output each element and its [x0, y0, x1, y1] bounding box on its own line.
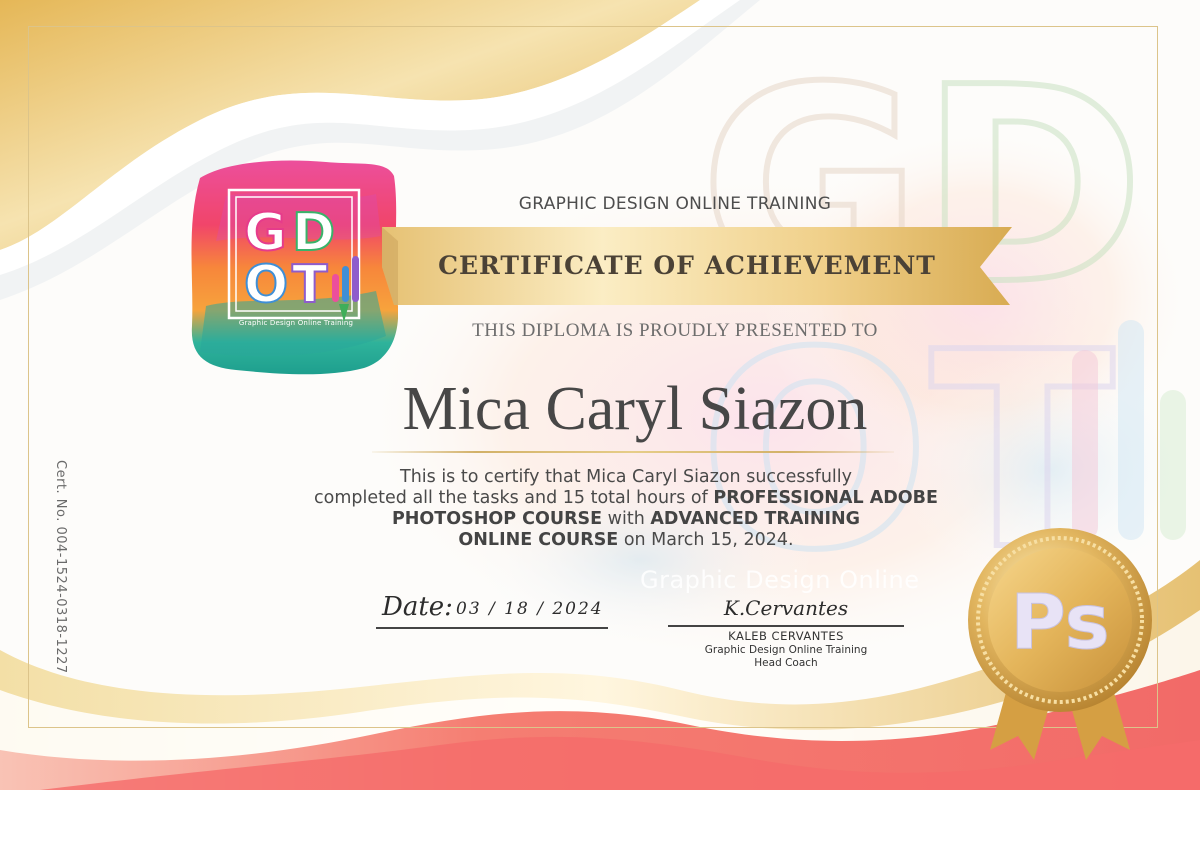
certificate-number: Cert. No. 004-1524-0318-1227 — [48, 460, 68, 690]
signature: K.Cervantes — [723, 596, 849, 620]
signatory-organization: Graphic Design Online Training — [704, 644, 868, 656]
ps-icon: Ps — [1010, 577, 1110, 666]
signature-line — [668, 625, 904, 627]
date-value: 03 / 18 / 2024 — [456, 599, 604, 619]
name-underline — [372, 451, 894, 453]
photoshop-medal: Ps — [968, 528, 1152, 760]
logo-letter-t: T — [292, 255, 328, 315]
course-name-part-2: PHOTOSHOP COURSE — [391, 509, 603, 529]
body-line-3: with — [602, 509, 651, 529]
signatory-role: Head Coach — [754, 657, 818, 669]
watermark-text: Graphic Design Online — [640, 566, 920, 594]
certificate-title: CERTIFICATE OF ACHIEVEMENT — [438, 251, 936, 280]
logo-letter-o: O — [244, 255, 288, 315]
logo-artwork: G D O T — [191, 160, 399, 375]
completion-date: on March 15, 2024. — [618, 530, 794, 550]
certificate: G D O T G D O T Graphic Design Online Tr… — [0, 0, 1200, 790]
body-line-1: This is to certify that Mica Caryl Siazo… — [400, 467, 852, 487]
gdot-logo: G D O T Graphic Design Online Training — [186, 156, 399, 380]
training-name-part-1: ADVANCED TRAINING — [650, 509, 861, 529]
certificate-number-text: Cert. No. 004-1524-0318-1227 — [53, 460, 68, 674]
logo-letter-g: G — [244, 203, 287, 263]
course-name-part-1: PROFESSIONAL ADOBE — [713, 488, 938, 508]
body-line-2: completed all the tasks and 15 total hou… — [314, 488, 714, 508]
logo-tagline: Graphic Design Online Training — [238, 319, 354, 327]
date-underline — [376, 627, 608, 629]
certificate-body: This is to certify that Mica Caryl Siazo… — [255, 467, 997, 551]
recipient-name: Mica Caryl Siazon — [402, 375, 868, 443]
date-label: Date: — [382, 592, 453, 622]
signature-block: K.Cervantes KALEB CERVANTES Graphic Desi… — [668, 596, 904, 676]
signatory-name: KALEB CERVANTES — [728, 629, 844, 643]
date-block: Date: 03 / 18 / 2024 — [376, 592, 612, 632]
training-name-part-2: ONLINE COURSE — [458, 530, 619, 550]
presented-to-line: THIS DIPLOMA IS PROUDLY PRESENTED TO — [472, 320, 878, 341]
logo-letter-d: D — [292, 203, 335, 263]
organization-name: GRAPHIC DESIGN ONLINE TRAINING — [518, 194, 832, 214]
